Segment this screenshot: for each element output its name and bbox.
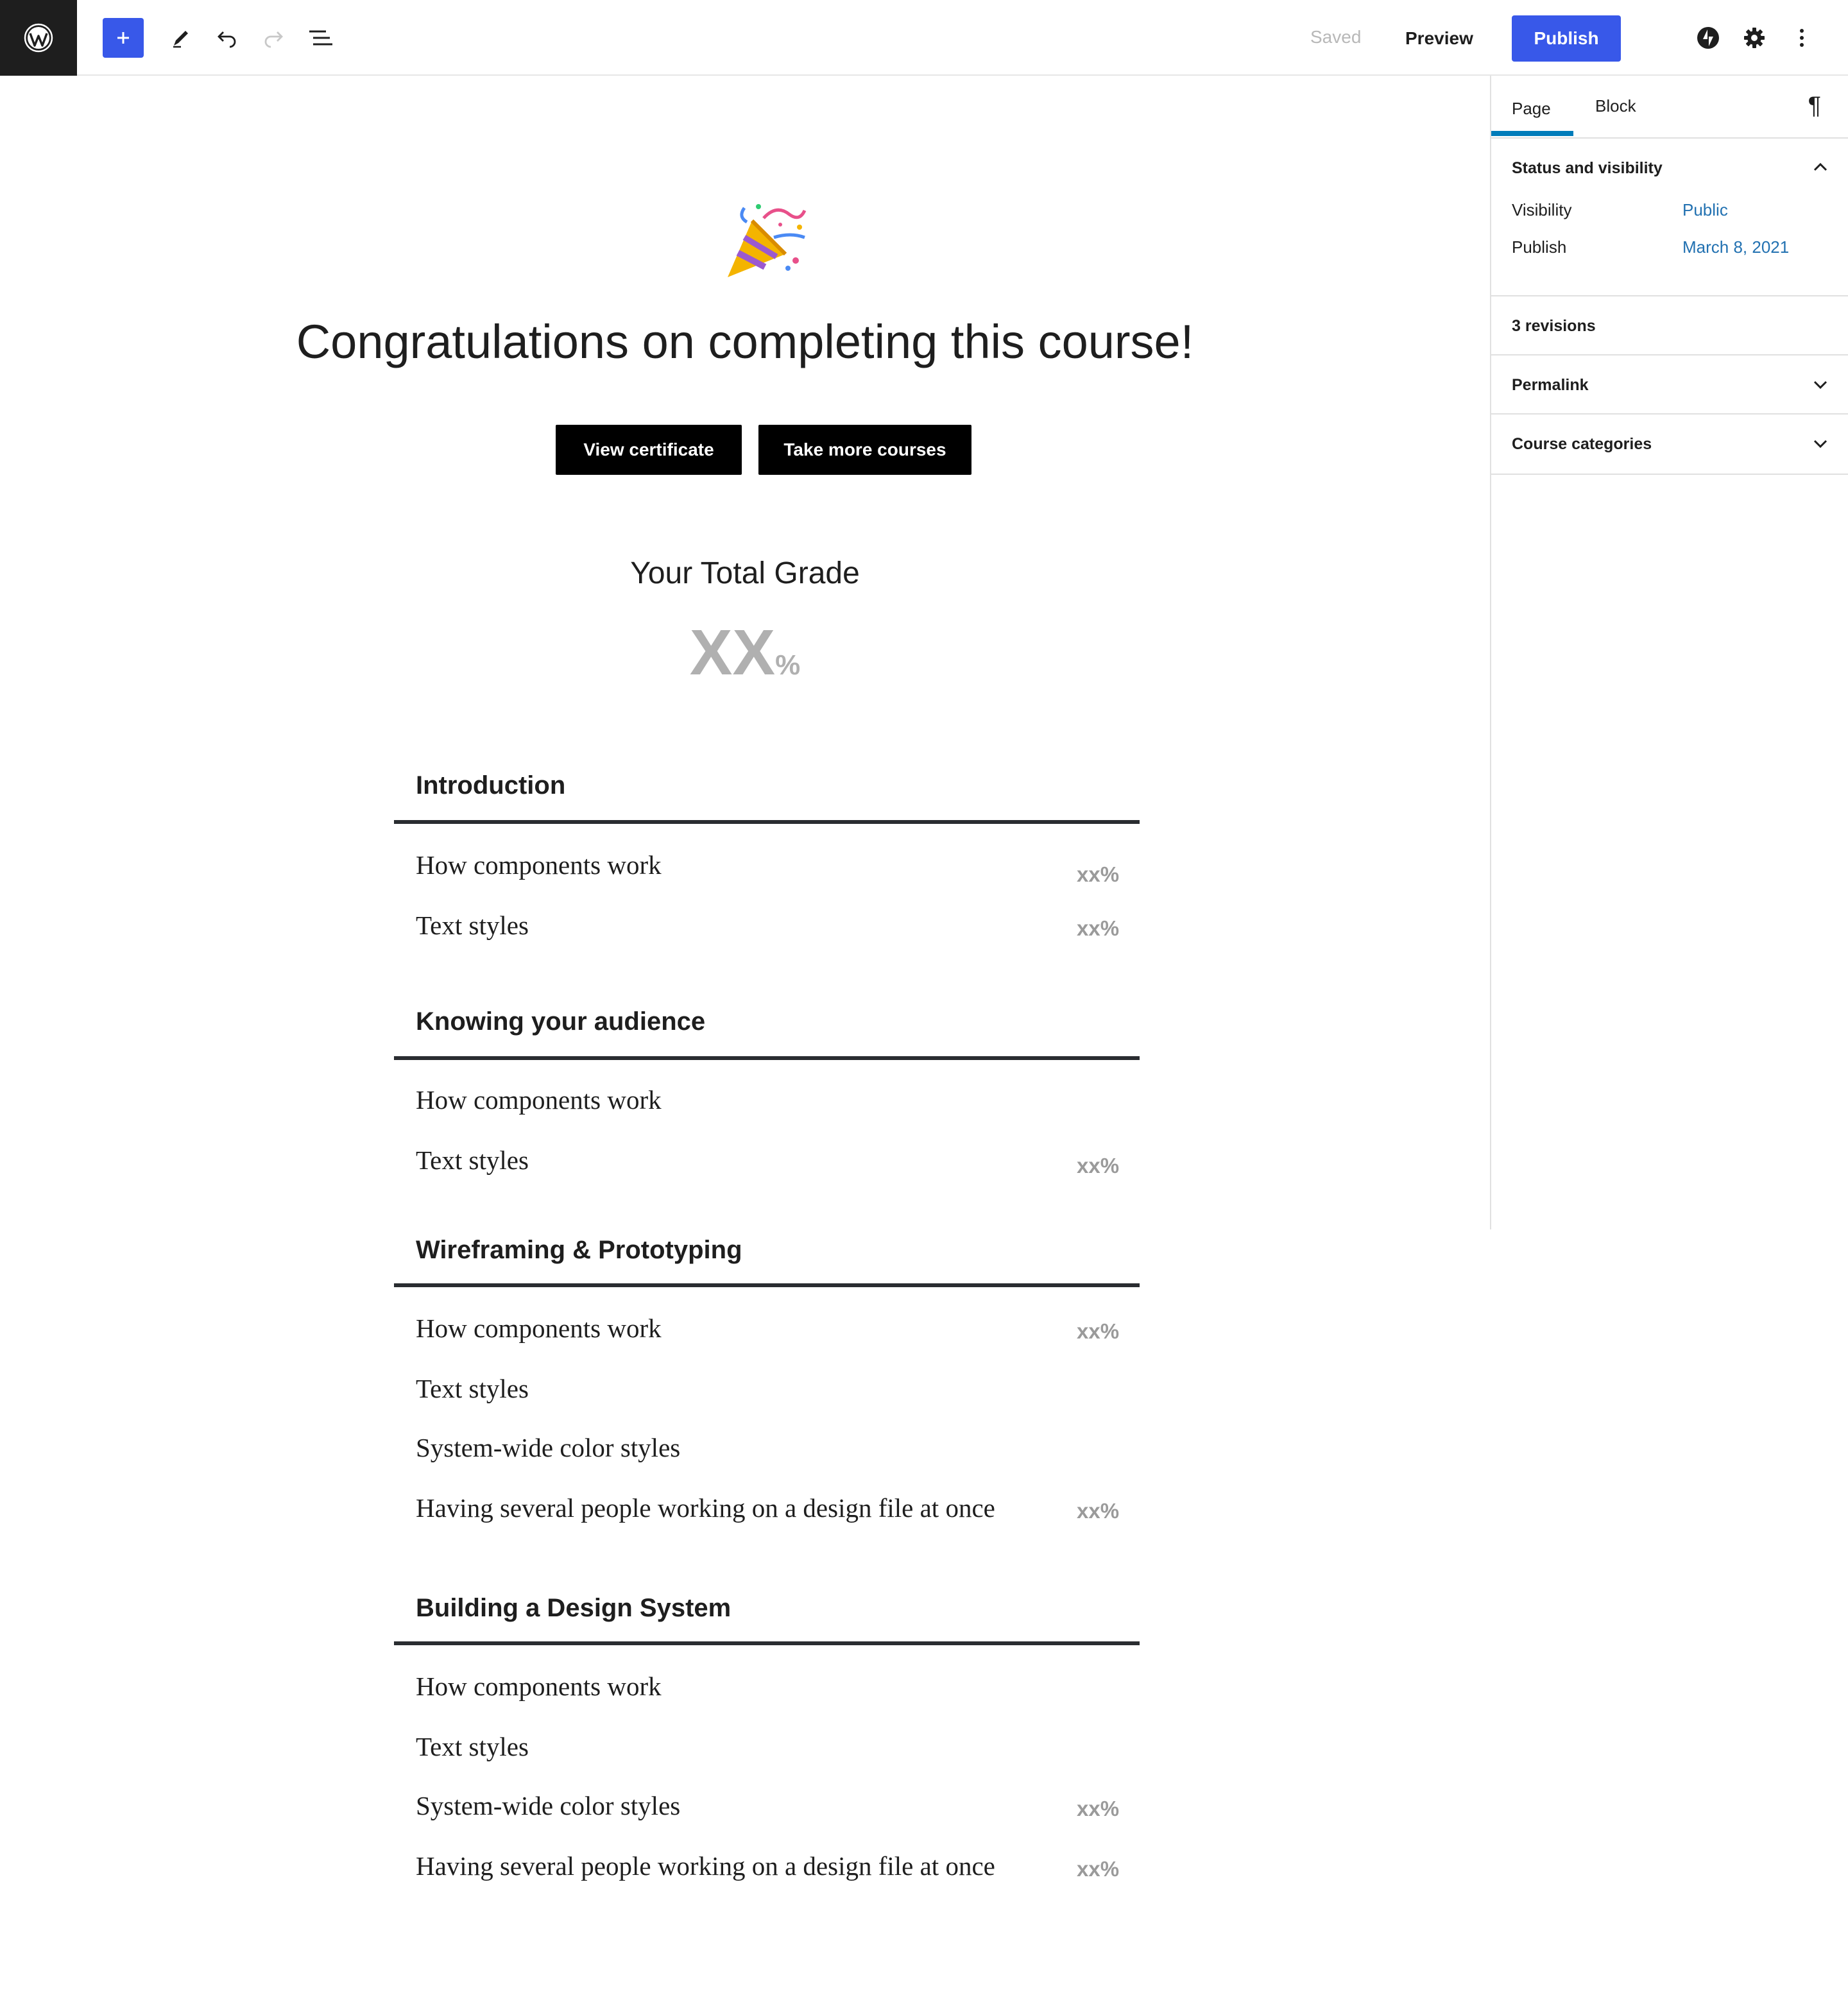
lesson-name: System-wide color styles <box>416 1791 681 1820</box>
jetpack-icon <box>1697 27 1719 49</box>
gear-icon <box>1744 28 1765 48</box>
lesson-name: Text styles <box>416 1145 529 1175</box>
preview-button[interactable]: Preview <box>1398 19 1481 58</box>
lesson-name: Text styles <box>416 911 529 940</box>
lesson-score: xx% <box>1077 1319 1120 1343</box>
lesson-score: xx% <box>1077 862 1120 886</box>
plus-icon <box>117 32 129 44</box>
sidebar-tabs: Page Block ¶ <box>1491 76 1848 139</box>
lesson-name: System-wide color styles <box>416 1433 681 1462</box>
section-divider <box>394 1056 1140 1060</box>
undo-button[interactable] <box>207 17 248 58</box>
lesson-score: xx% <box>1077 1797 1120 1820</box>
revisions-link[interactable]: 3 revisions <box>1512 317 1596 336</box>
revisions-panel[interactable]: 3 revisions <box>1491 296 1848 355</box>
lesson-score: xx% <box>1077 916 1120 940</box>
total-grade-value: XX% <box>0 616 1490 690</box>
section-title: Knowing your audience <box>416 1007 706 1036</box>
panel-title[interactable]: Permalink <box>1512 376 1589 395</box>
publish-button[interactable]: Publish <box>1512 15 1621 62</box>
lesson-score: xx% <box>1077 1154 1120 1177</box>
grade-number: XX <box>689 617 776 689</box>
publish-label: Publish <box>1512 237 1567 257</box>
undo-icon <box>218 31 236 48</box>
lesson-name: How components work <box>416 1085 662 1115</box>
take-more-courses-button[interactable]: Take more courses <box>758 425 971 475</box>
more-vertical-icon <box>1800 29 1804 47</box>
list-view-icon <box>309 30 332 46</box>
section-divider <box>394 1283 1140 1287</box>
panel-title[interactable]: Status and visibility <box>1512 159 1663 178</box>
tab-page[interactable]: Page <box>1512 99 1551 119</box>
party-popper-icon <box>728 204 807 277</box>
settings-button[interactable] <box>1734 17 1775 58</box>
lesson-name: Having several people working on a desig… <box>416 1493 995 1523</box>
lesson-name: How components work <box>416 1313 662 1343</box>
tab-block[interactable]: Block <box>1595 96 1636 116</box>
lesson-name: Having several people working on a desig… <box>416 1851 995 1881</box>
permalink-panel[interactable]: Permalink <box>1491 355 1848 415</box>
active-tab-indicator <box>1491 131 1573 136</box>
redo-icon <box>264 31 283 48</box>
tools-button[interactable] <box>160 17 201 58</box>
panel-title[interactable]: Course categories <box>1512 435 1652 454</box>
visibility-label: Visibility <box>1512 200 1572 219</box>
pilcrow-icon[interactable]: ¶ <box>1808 92 1821 120</box>
section-divider <box>394 820 1140 824</box>
page-heading[interactable]: Congratulations on completing this cours… <box>0 314 1490 369</box>
section-title: Building a Design System <box>416 1594 732 1622</box>
course-categories-panel[interactable]: Course categories <box>1491 415 1848 475</box>
grade-unit: % <box>775 649 801 681</box>
total-grade-title: Your Total Grade <box>630 556 860 590</box>
list-view-button[interactable] <box>300 17 341 58</box>
section-title: Introduction <box>416 771 566 800</box>
chevron-up-icon[interactable] <box>1811 158 1830 177</box>
lesson-score: xx% <box>1077 1857 1120 1881</box>
section-divider <box>394 1641 1140 1645</box>
lesson-name: Text styles <box>416 1732 529 1761</box>
pencil-icon <box>173 31 188 48</box>
wordpress-logo-icon[interactable] <box>0 0 77 76</box>
status-visibility-panel: Status and visibility Visibility Public … <box>1491 139 1848 296</box>
section-title: Wireframing & Prototyping <box>416 1236 742 1264</box>
view-certificate-button[interactable]: View certificate <box>556 425 742 475</box>
publish-date[interactable]: March 8, 2021 <box>1682 237 1789 257</box>
chevron-down-icon[interactable] <box>1811 375 1830 394</box>
lesson-name: Text styles <box>416 1374 529 1403</box>
redo-button[interactable] <box>253 17 294 58</box>
lesson-score: xx% <box>1077 1499 1120 1523</box>
lesson-name: How components work <box>416 1672 662 1701</box>
chevron-down-icon[interactable] <box>1811 434 1830 453</box>
more-options-button[interactable] <box>1781 17 1822 58</box>
jetpack-button[interactable] <box>1688 17 1729 58</box>
editor-header: Saved Preview Publish <box>0 0 1848 76</box>
lesson-name: How components work <box>416 850 662 880</box>
add-block-button[interactable] <box>103 18 144 58</box>
saved-status: Saved <box>1310 27 1362 47</box>
visibility-value[interactable]: Public <box>1682 200 1728 220</box>
settings-sidebar: Page Block ¶ Status and visibility Visib… <box>1490 76 1848 1229</box>
